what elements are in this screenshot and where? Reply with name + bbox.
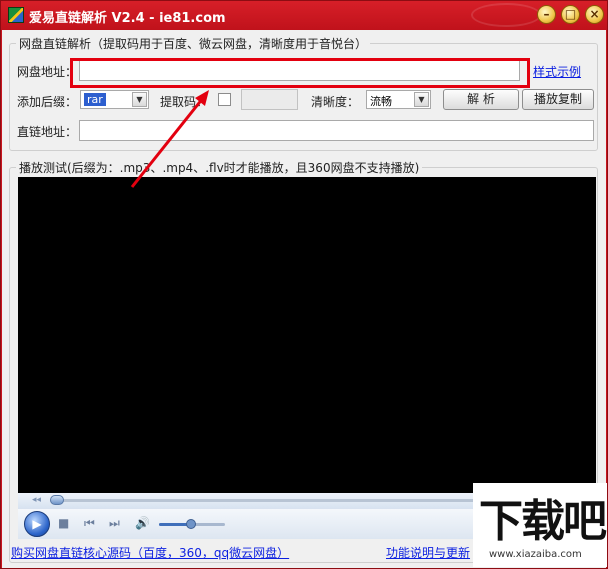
- title-decoration: [471, 3, 541, 27]
- app-icon: [8, 7, 24, 23]
- title-bar[interactable]: 爱易直链解析 V2.4 - ie81.com – □ ×: [1, 1, 607, 30]
- close-button[interactable]: ×: [585, 5, 604, 24]
- watermark-url: www.xiazaiba.com: [489, 549, 582, 560]
- restore-button[interactable]: □: [561, 5, 580, 24]
- watermark-brand: 下载吧: [479, 496, 607, 547]
- watermark: 下载吧 www.xiazaiba.com: [473, 483, 607, 567]
- app-window: 爱易直链解析 V2.4 - ie81.com – □ × 网盘直链解析（提取码用…: [0, 0, 608, 569]
- window-title: 爱易直链解析 V2.4 - ie81.com: [29, 11, 226, 26]
- minimize-button[interactable]: –: [537, 5, 556, 24]
